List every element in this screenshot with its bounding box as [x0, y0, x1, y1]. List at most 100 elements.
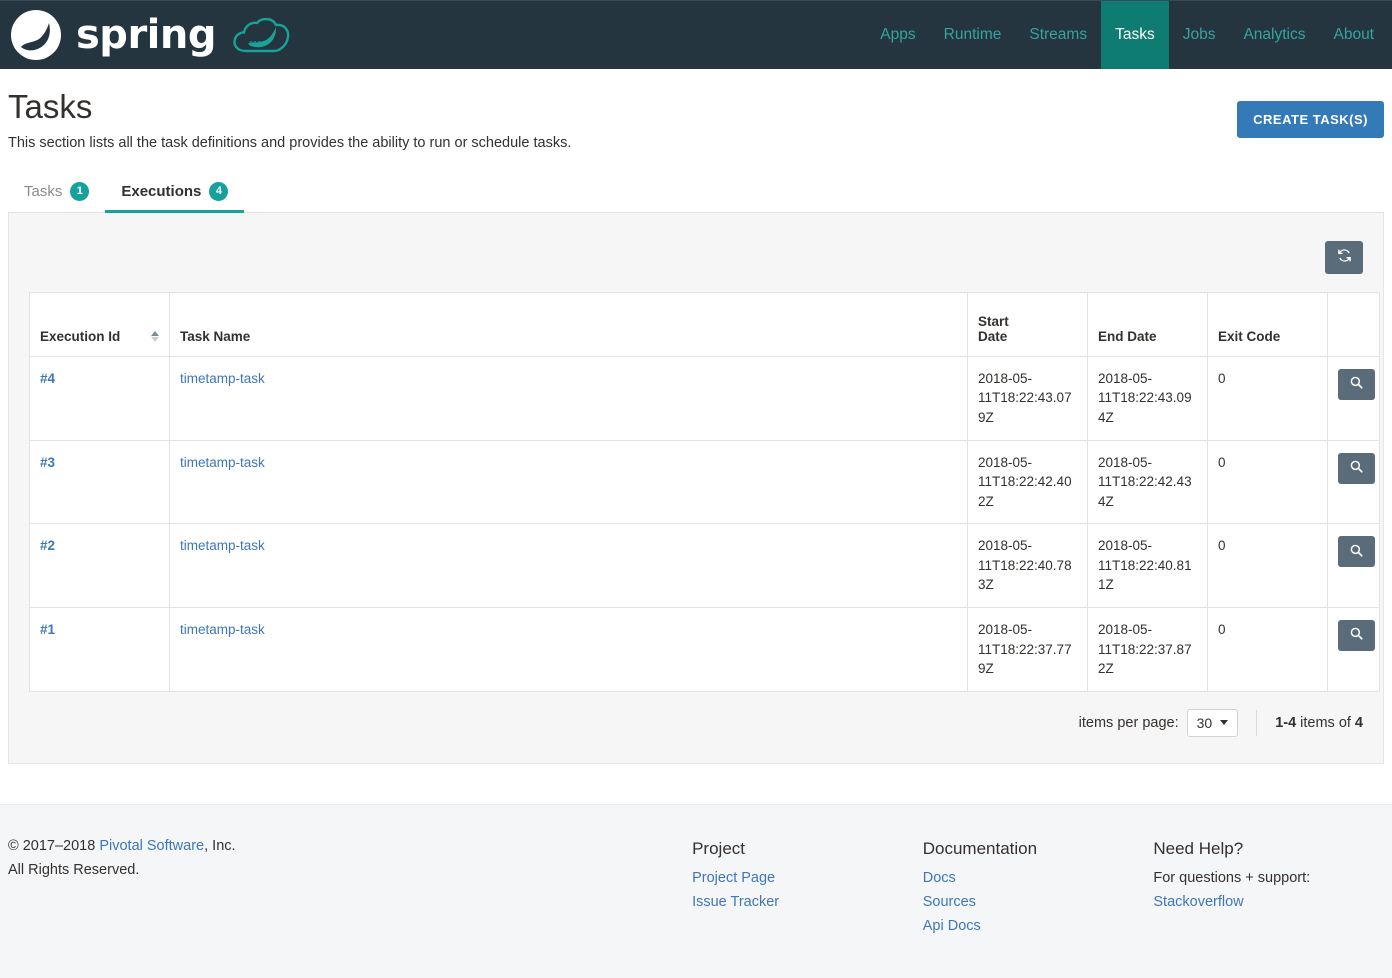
footer-link-docs[interactable]: Docs: [923, 867, 1154, 891]
footer-column-project-title: Project: [692, 838, 746, 858]
column-header-execution-id[interactable]: Execution Id: [29, 291, 170, 357]
magnifier-icon: [1349, 543, 1364, 561]
cell-exit-code: 0: [1207, 355, 1328, 441]
magnifier-icon: [1349, 459, 1364, 477]
pagination-range: 1-4: [1275, 714, 1297, 731]
refresh-button[interactable]: [1325, 240, 1363, 274]
view-execution-details-button[interactable]: [1338, 619, 1375, 651]
brand[interactable]: spring 0101: [0, 1, 292, 69]
nav-link-streams[interactable]: Streams: [1015, 1, 1101, 69]
create-tasks-button[interactable]: CREATE TASK(S): [1237, 101, 1384, 138]
column-header-start-date-line1: Start: [978, 313, 1009, 329]
footer-link-stackoverflow[interactable]: Stackoverflow: [1153, 891, 1384, 915]
magnifier-icon: [1349, 375, 1364, 393]
cell-task-name: timetamp-task: [169, 523, 968, 608]
column-header-execution-id-label: Execution Id: [40, 328, 121, 344]
cell-end-date: 2018-05-11T18:22:40.811Z: [1087, 523, 1208, 608]
footer-column-need-help-title: Need Help?: [1153, 838, 1244, 858]
view-execution-details-button[interactable]: [1338, 452, 1375, 484]
column-header-actions: [1327, 291, 1380, 357]
chevron-down-icon: [1220, 720, 1229, 726]
page-title: Tasks: [8, 88, 93, 125]
refresh-icon: [1336, 247, 1353, 267]
column-header-exit-code[interactable]: Exit Code: [1207, 291, 1328, 357]
footer-link-api-docs[interactable]: Api Docs: [923, 915, 1154, 939]
svg-text:0101: 0101: [249, 40, 266, 48]
table-header-row: Execution Id Task Name Start Date End Da…: [29, 291, 1380, 357]
view-execution-details-button[interactable]: [1338, 368, 1375, 400]
panel-toolbar: [29, 231, 1363, 292]
footer-column-documentation-title: Documentation: [922, 838, 1038, 858]
footer-copyright-suffix: , Inc.: [204, 837, 236, 854]
cell-task-name: timetamp-task: [169, 355, 968, 441]
footer-link-issue-tracker[interactable]: Issue Tracker: [692, 891, 923, 915]
column-header-start-date[interactable]: Start Date: [967, 291, 1088, 357]
tab-executions-label: Executions: [121, 182, 202, 200]
task-name-link[interactable]: timetamp-task: [180, 371, 265, 386]
nav-link-jobs[interactable]: Jobs: [1169, 1, 1230, 69]
cell-actions: [1327, 439, 1380, 525]
execution-id-link[interactable]: #3: [40, 455, 55, 470]
page-content: Tasks This section lists all the task de…: [0, 69, 1392, 764]
cell-start-date: 2018-05-11T18:22:37.779Z: [967, 606, 1088, 692]
sort-indicator-icon[interactable]: [151, 330, 159, 342]
table-row: #4 timetamp-task 2018-05-11T18:22:43.079…: [29, 355, 1380, 441]
cell-end-date: 2018-05-11T18:22:42.434Z: [1087, 439, 1208, 525]
execution-id-link[interactable]: #2: [40, 538, 55, 553]
nav-link-analytics[interactable]: Analytics: [1229, 1, 1319, 69]
tab-executions-badge: 4: [209, 181, 229, 201]
footer-support-text: For questions + support:: [1153, 869, 1311, 886]
cell-exit-code: 0: [1207, 439, 1328, 525]
page-footer: © 2017–2018 Pivotal Software, Inc. All R…: [0, 803, 1392, 978]
table-header: Execution Id Task Name Start Date End Da…: [29, 291, 1380, 357]
table-body: #4 timetamp-task 2018-05-11T18:22:43.079…: [29, 355, 1380, 692]
task-executions-table: Execution Id Task Name Start Date End Da…: [29, 291, 1380, 692]
tab-tasks-badge: 1: [70, 181, 90, 201]
execution-id-link[interactable]: #4: [40, 371, 55, 386]
pivotal-software-link[interactable]: Pivotal Software: [99, 838, 204, 854]
nav-link-tasks[interactable]: Tasks: [1101, 1, 1169, 69]
footer-rights: All Rights Reserved.: [8, 861, 140, 878]
cell-start-date: 2018-05-11T18:22:42.402Z: [967, 439, 1088, 525]
cell-execution-id: #4: [29, 355, 170, 441]
cell-actions: [1327, 355, 1380, 441]
task-name-link[interactable]: timetamp-task: [180, 538, 265, 553]
view-execution-details-button[interactable]: [1338, 536, 1375, 568]
table-row: #1 timetamp-task 2018-05-11T18:22:37.779…: [29, 606, 1380, 692]
column-header-end-date[interactable]: End Date: [1087, 291, 1208, 357]
tab-tasks-label: Tasks: [24, 182, 63, 200]
cell-start-date: 2018-05-11T18:22:40.783Z: [967, 523, 1088, 608]
brand-wordmark: spring: [76, 12, 217, 58]
cell-end-date: 2018-05-11T18:22:43.094Z: [1087, 355, 1208, 441]
footer-link-sources[interactable]: Sources: [923, 891, 1154, 915]
page-header: Tasks This section lists all the task de…: [8, 69, 1384, 153]
cell-start-date: 2018-05-11T18:22:43.079Z: [967, 355, 1088, 441]
task-name-link[interactable]: timetamp-task: [180, 622, 265, 637]
footer-link-project-page[interactable]: Project Page: [692, 867, 923, 891]
footer-copyright: © 2017–2018 Pivotal Software, Inc. All R…: [8, 835, 692, 939]
nav-link-apps[interactable]: Apps: [866, 1, 929, 69]
tab-tasks[interactable]: Tasks 1: [8, 176, 105, 213]
column-header-task-name[interactable]: Task Name: [169, 291, 968, 357]
items-per-page-select[interactable]: 30: [1186, 708, 1239, 737]
executions-panel: Execution Id Task Name Start Date End Da…: [8, 212, 1384, 764]
cell-actions: [1327, 606, 1380, 692]
page-description: This section lists all the task definiti…: [8, 134, 572, 151]
task-name-link[interactable]: timetamp-task: [180, 455, 265, 470]
table-row: #2 timetamp-task 2018-05-11T18:22:40.783…: [29, 523, 1380, 608]
cell-exit-code: 0: [1207, 523, 1328, 608]
pagination-divider: [1256, 709, 1258, 736]
nav-link-about[interactable]: About: [1319, 1, 1392, 69]
footer-column-documentation: Documentation Docs Sources Api Docs: [923, 835, 1154, 939]
magnifier-icon: [1349, 626, 1364, 644]
execution-id-link[interactable]: #1: [40, 622, 55, 637]
pagination-total: 4: [1354, 714, 1363, 731]
cell-execution-id: #1: [29, 606, 170, 692]
tab-executions[interactable]: Executions 4: [105, 176, 245, 213]
spring-leaf-logo: [8, 7, 64, 63]
top-navbar: spring 0101 Apps Runtime Streams Tasks J…: [0, 0, 1392, 69]
footer-column-project: Project Project Page Issue Tracker: [692, 835, 923, 939]
column-header-start-date-line2: Date: [978, 328, 1008, 344]
cell-exit-code: 0: [1207, 606, 1328, 692]
nav-link-runtime[interactable]: Runtime: [930, 1, 1016, 69]
